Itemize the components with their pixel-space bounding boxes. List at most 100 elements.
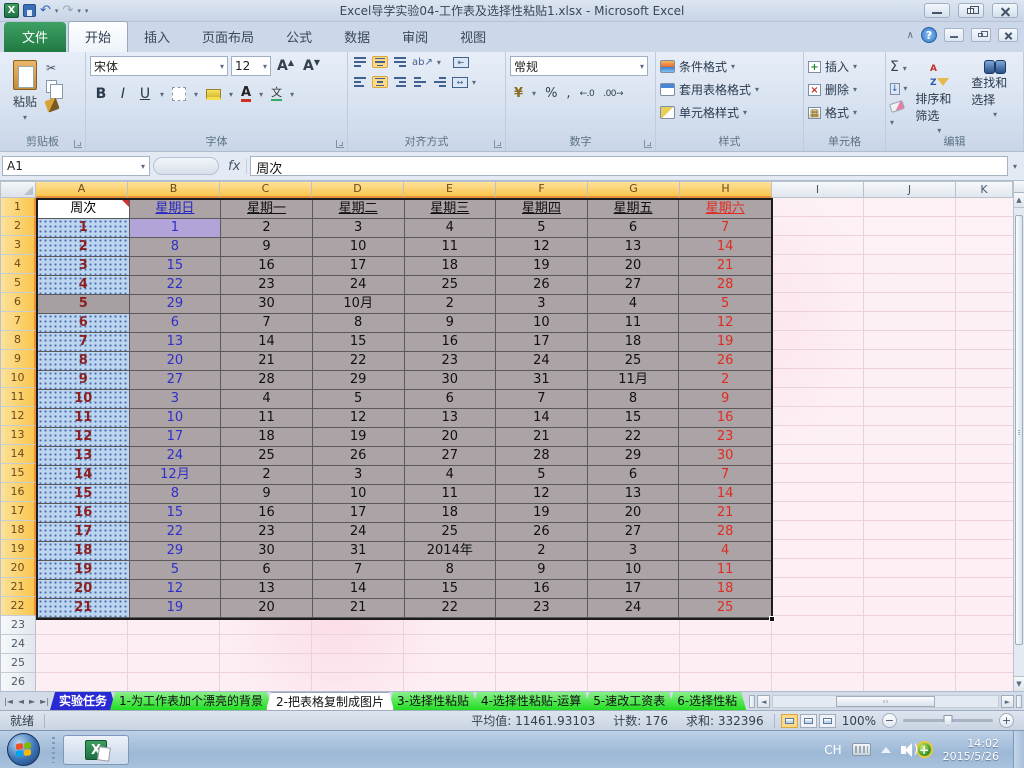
row-header-3[interactable]: 3 bbox=[0, 236, 36, 255]
row-header-17[interactable]: 17 bbox=[0, 502, 36, 521]
cell[interactable]: 29 bbox=[587, 447, 680, 466]
cell[interactable]: 11 bbox=[679, 561, 771, 580]
cell[interactable]: 8 bbox=[587, 390, 680, 409]
zoom-slider[interactable] bbox=[903, 715, 993, 726]
cell[interactable]: 12 bbox=[496, 485, 588, 504]
cell[interactable]: 15 bbox=[129, 257, 222, 276]
fill-color-icon[interactable] bbox=[206, 88, 222, 100]
cell[interactable]: 17 bbox=[129, 428, 222, 447]
taskbar-excel-button[interactable]: X bbox=[63, 734, 129, 765]
cell[interactable]: 9 bbox=[496, 561, 588, 580]
cell-styles-button[interactable]: 单元格样式 ▾ bbox=[660, 104, 799, 121]
cell[interactable]: 14 bbox=[38, 466, 130, 485]
cell[interactable]: 5 bbox=[129, 561, 222, 580]
collapse-ribbon-icon[interactable]: ∧ bbox=[907, 30, 914, 41]
cell[interactable]: 1 bbox=[129, 219, 222, 238]
minimize-button[interactable] bbox=[924, 3, 950, 18]
cell[interactable]: 25 bbox=[679, 599, 771, 618]
select-all-corner[interactable] bbox=[0, 181, 36, 198]
name-box[interactable]: A1 ▾ bbox=[2, 156, 150, 176]
header-cell[interactable]: 星期二 bbox=[312, 200, 405, 219]
cell[interactable]: 20 bbox=[404, 428, 497, 447]
column-header-C[interactable]: C bbox=[220, 181, 312, 198]
cell[interactable]: 9 bbox=[221, 238, 313, 257]
cell[interactable]: 29 bbox=[129, 295, 222, 314]
column-header-I[interactable]: I bbox=[772, 181, 864, 198]
paste-dropdown-icon[interactable]: ▾ bbox=[23, 113, 27, 122]
cell[interactable]: 11 bbox=[404, 485, 497, 504]
phonetic-dropdown-icon[interactable]: ▾ bbox=[290, 90, 294, 99]
row-header-12[interactable]: 12 bbox=[0, 407, 36, 426]
clipboard-dialog-launcher-icon[interactable] bbox=[74, 140, 82, 148]
cell[interactable]: 19 bbox=[312, 428, 405, 447]
cell[interactable]: 21 bbox=[679, 504, 771, 523]
insert-cells-button[interactable]: + 插入 ▾ bbox=[808, 58, 881, 75]
cell[interactable]: 6 bbox=[587, 219, 680, 238]
formula-input[interactable]: 周次 bbox=[250, 156, 1008, 177]
zoom-slider-thumb[interactable] bbox=[943, 715, 953, 726]
row-header-18[interactable]: 18 bbox=[0, 521, 36, 540]
cell[interactable]: 23 bbox=[221, 523, 313, 542]
cell[interactable]: 12月 bbox=[129, 466, 222, 485]
cut-icon[interactable]: ✂ bbox=[46, 62, 58, 74]
zoom-level[interactable]: 100% bbox=[842, 714, 876, 728]
cell[interactable]: 7 bbox=[38, 333, 130, 352]
cell[interactable]: 5 bbox=[496, 219, 588, 238]
cell[interactable]: 18 bbox=[38, 542, 130, 561]
cell[interactable]: 28 bbox=[221, 371, 313, 390]
sheet-tab-2-把表格复制成图片[interactable]: 2-把表格复制成图片 bbox=[266, 692, 394, 710]
cell[interactable]: 6 bbox=[129, 314, 222, 333]
header-cell[interactable]: 星期三 bbox=[404, 200, 497, 219]
row-header-22[interactable]: 22 bbox=[0, 597, 36, 616]
font-size-combobox[interactable]: 12 ▾ bbox=[231, 56, 271, 76]
cell[interactable]: 30 bbox=[221, 295, 313, 314]
cell[interactable]: 5 bbox=[38, 295, 130, 314]
column-header-B[interactable]: B bbox=[128, 181, 220, 198]
cell[interactable]: 15 bbox=[404, 580, 497, 599]
cell[interactable]: 20 bbox=[587, 257, 680, 276]
increase-decimal-icon[interactable]: ←.0 bbox=[580, 89, 595, 99]
increase-indent-icon[interactable] bbox=[432, 76, 448, 88]
keyboard-icon[interactable] bbox=[851, 743, 871, 756]
cell[interactable]: 18 bbox=[679, 580, 771, 599]
cell[interactable]: 11 bbox=[221, 409, 313, 428]
cell[interactable]: 21 bbox=[679, 257, 771, 276]
cell[interactable]: 28 bbox=[496, 447, 588, 466]
phonetic-guide-icon[interactable]: 文 bbox=[271, 87, 283, 101]
cell[interactable]: 28 bbox=[679, 276, 771, 295]
ribbon-tab-数据[interactable]: 数据 bbox=[328, 22, 386, 52]
cell[interactable]: 5 bbox=[312, 390, 405, 409]
cell[interactable]: 19 bbox=[129, 599, 222, 618]
number-dialog-launcher-icon[interactable] bbox=[644, 140, 652, 148]
cell[interactable]: 12 bbox=[129, 580, 222, 599]
cell[interactable]: 25 bbox=[404, 523, 497, 542]
align-right-icon[interactable] bbox=[392, 76, 408, 88]
cell[interactable]: 23 bbox=[221, 276, 313, 295]
cell[interactable]: 13 bbox=[587, 238, 680, 257]
align-middle-icon[interactable] bbox=[372, 56, 388, 68]
cell[interactable]: 8 bbox=[312, 314, 405, 333]
insert-function-icon[interactable]: fx bbox=[222, 158, 248, 174]
delete-cells-button[interactable]: × 删除 ▾ bbox=[808, 81, 881, 98]
zoom-in-icon[interactable]: + bbox=[999, 713, 1014, 728]
cell[interactable]: 11 bbox=[38, 409, 130, 428]
cell[interactable]: 15 bbox=[129, 504, 222, 523]
cell[interactable]: 27 bbox=[129, 371, 222, 390]
tab-split-handle[interactable] bbox=[749, 694, 756, 708]
cell[interactable]: 6 bbox=[38, 314, 130, 333]
conditional-formatting-button[interactable]: 条件格式 ▾ bbox=[660, 58, 799, 75]
alignment-dialog-launcher-icon[interactable] bbox=[494, 140, 502, 148]
workbook-minimize-button[interactable] bbox=[944, 28, 964, 42]
zoom-out-icon[interactable]: − bbox=[882, 713, 897, 728]
bold-button[interactable]: B bbox=[94, 86, 108, 102]
cell[interactable]: 10 bbox=[38, 390, 130, 409]
cell[interactable]: 24 bbox=[312, 523, 405, 542]
toolbar-grip[interactable] bbox=[52, 736, 55, 763]
column-header-D[interactable]: D bbox=[312, 181, 404, 198]
cell[interactable]: 7 bbox=[679, 466, 771, 485]
cell[interactable]: 14 bbox=[221, 333, 313, 352]
show-hidden-icons-icon[interactable] bbox=[880, 746, 891, 753]
fill-handle[interactable] bbox=[769, 616, 775, 622]
cell[interactable]: 11 bbox=[587, 314, 680, 333]
ribbon-tab-文件[interactable]: 文件 bbox=[4, 22, 67, 52]
